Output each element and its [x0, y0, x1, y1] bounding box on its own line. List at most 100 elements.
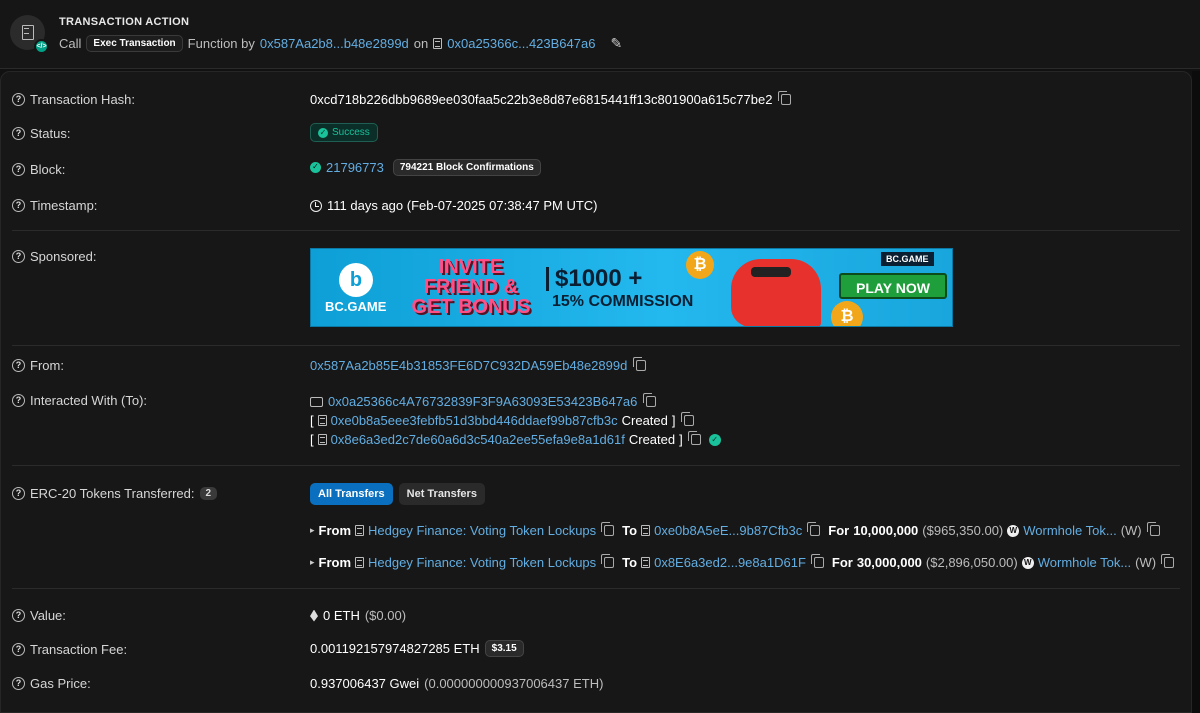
help-icon[interactable]: ? [12, 487, 25, 500]
caret-right-icon: ▸ [310, 525, 315, 535]
from-value-row: 0x587Aa2b85E4b31853FE6D7C932DA59Eb48e289… [310, 357, 647, 373]
help-icon[interactable]: ? [12, 359, 25, 372]
timestamp-label-row: ? Timestamp: [12, 198, 97, 213]
from-address-link[interactable]: 0x587Aa2b85E4b31853FE6D7C932DA59Eb48e289… [310, 358, 627, 373]
status-text: Success [332, 127, 370, 138]
created-row-1: [ 0xe0b8a5eee3febfb51d3bbd446ddaef99b87c… [310, 412, 694, 428]
copy-icon[interactable] [633, 357, 647, 371]
block-label: Block: [30, 162, 66, 177]
created-address-link[interactable]: 0x8e6a3ed2c7de60a6d3c540a2ee55efa9e8a1d6… [331, 432, 625, 447]
copy-icon[interactable] [680, 412, 694, 426]
to-word: To [622, 555, 638, 570]
transfer-to-link[interactable]: 0x8E6a3ed2...9e8a1D61F [654, 555, 806, 570]
block-value-row: ✓ 21796773 794221 Block Confirmations [310, 159, 541, 176]
document-icon [641, 557, 651, 568]
help-icon[interactable]: ? [12, 609, 25, 622]
to-word: To [622, 523, 638, 538]
sponsored-banner[interactable]: b BC.GAME INVITE FRIEND & GET BONUS $100… [310, 248, 953, 327]
wormhole-token-icon: W [1007, 524, 1020, 537]
from-word: From [318, 523, 352, 538]
banner-invite: INVITE FRIEND & GET BONUS [411, 256, 531, 318]
copy-icon[interactable] [601, 554, 615, 568]
bcgame-logo-icon: b [339, 263, 373, 297]
method-chip[interactable]: Exec Transaction [86, 34, 183, 52]
details-card [0, 71, 1192, 713]
transaction-action-bar: </> TRANSACTION ACTION Call Exec Transac… [0, 0, 1200, 69]
to-value-row: 0x0a25366c4A76732839F3F9A63093E53423B647… [310, 393, 657, 409]
timestamp-value-row: 111 days ago (Feb-07-2025 07:38:47 PM UT… [310, 198, 598, 213]
created-address-link[interactable]: 0xe0b8a5eee3febfb51d3bbd446ddaef99b87cfb… [331, 413, 618, 428]
status-label: Status: [30, 126, 71, 141]
copy-icon[interactable] [1161, 554, 1175, 568]
bitcoin-coin-icon: ₿ [686, 251, 714, 279]
contract-wallet-icon [310, 396, 323, 407]
transfer-amount: 10,000,000 [853, 523, 919, 538]
gas-eth: (0.000000000937006437 ETH) [424, 676, 604, 691]
copy-icon[interactable] [1146, 522, 1160, 536]
sponsored-label-row: ? Sponsored: [12, 249, 97, 264]
action-contract-link[interactable]: 0x0a25366c...423B647a6 [447, 36, 595, 51]
divider [12, 230, 1180, 231]
check-circle-icon: ✓ [318, 127, 328, 138]
help-icon[interactable]: ? [12, 394, 25, 407]
fee-usd-badge: $3.15 [484, 640, 524, 657]
eth-icon [310, 609, 318, 622]
copy-icon[interactable] [810, 554, 824, 568]
status-badge: ✓ Success [310, 123, 378, 142]
token-link[interactable]: Wormhole Tok... [1038, 555, 1131, 570]
erc20-label-row: ? ERC-20 Tokens Transferred: 2 [12, 486, 218, 501]
function-by-label: Function by [187, 35, 255, 51]
transfer-from-link[interactable]: Hedgey Finance: Voting Token Lockups [368, 555, 596, 570]
document-icon [317, 415, 327, 426]
transfer-to-link[interactable]: 0xe0b8A5eE...9b87Cfb3c [654, 523, 802, 538]
to-address-link[interactable]: 0x0a25366c4A76732839F3F9A63093E53423B647… [328, 394, 637, 409]
copy-icon[interactable] [778, 91, 792, 105]
play-now-button[interactable]: PLAY NOW [839, 273, 947, 299]
token-link[interactable]: Wormhole Tok... [1023, 523, 1116, 538]
action-title: TRANSACTION ACTION [59, 16, 190, 28]
transfer-from-link[interactable]: Hedgey Finance: Voting Token Lockups [368, 523, 596, 538]
divider [12, 588, 1180, 589]
copy-icon[interactable] [643, 393, 657, 407]
banner-commission: 15% COMMISSION [552, 293, 694, 310]
block-link[interactable]: 21796773 [326, 160, 384, 175]
help-icon[interactable]: ? [12, 643, 25, 656]
copy-icon[interactable] [687, 431, 701, 445]
help-icon[interactable]: ? [12, 199, 25, 212]
copy-icon[interactable] [807, 522, 821, 536]
value-label: Value: [30, 608, 66, 623]
tab-all-transfers[interactable]: All Transfers [310, 483, 393, 505]
tx-hash: 0xcd718b226dbb9689ee030faa5c22b3e8d87e68… [310, 92, 773, 107]
help-icon[interactable]: ? [12, 250, 25, 263]
help-icon[interactable]: ? [12, 677, 25, 690]
block-label-row: ? Block: [12, 162, 65, 177]
to-label-row: ? Interacted With (To): [12, 393, 147, 408]
wormhole-token-icon: W [1021, 556, 1034, 569]
tab-net-transfers[interactable]: Net Transfers [398, 483, 485, 505]
document-icon [21, 25, 34, 40]
transfer-usd: ($2,896,050.00) [925, 555, 1018, 570]
copy-icon[interactable] [601, 522, 615, 536]
scrollbar[interactable] [1192, 71, 1200, 713]
bitcoin-coin-icon: ₿ [831, 301, 863, 326]
help-icon[interactable]: ? [12, 93, 25, 106]
from-label: From: [30, 358, 64, 373]
fee-label-row: ? Transaction Fee: [12, 642, 127, 657]
transfer-tabs: All Transfers Net Transfers [310, 483, 485, 505]
transfer-usd: ($965,350.00) [922, 523, 1004, 538]
edit-pencil-icon[interactable]: ✎ [610, 35, 622, 52]
transfer-row: ▸ From Hedgey Finance: Voting Token Lock… [310, 522, 1160, 538]
help-icon[interactable]: ? [12, 163, 25, 176]
created-label: Created [628, 432, 676, 447]
document-icon [641, 525, 651, 536]
erc20-label: ERC-20 Tokens Transferred: [30, 486, 195, 501]
action-from-link[interactable]: 0x587Aa2b8...b48e2899d [260, 36, 409, 51]
action-line: Call Exec Transaction Function by 0x587A… [59, 33, 622, 53]
help-icon[interactable]: ? [12, 127, 25, 140]
document-icon [317, 434, 327, 445]
gas-label-row: ? Gas Price: [12, 676, 91, 691]
value-row: 0 ETH ($0.00) [310, 608, 406, 623]
confirmations-badge: 794221 Block Confirmations [392, 159, 541, 176]
from-label-row: ? From: [12, 358, 64, 373]
transfer-amount: 30,000,000 [856, 555, 922, 570]
